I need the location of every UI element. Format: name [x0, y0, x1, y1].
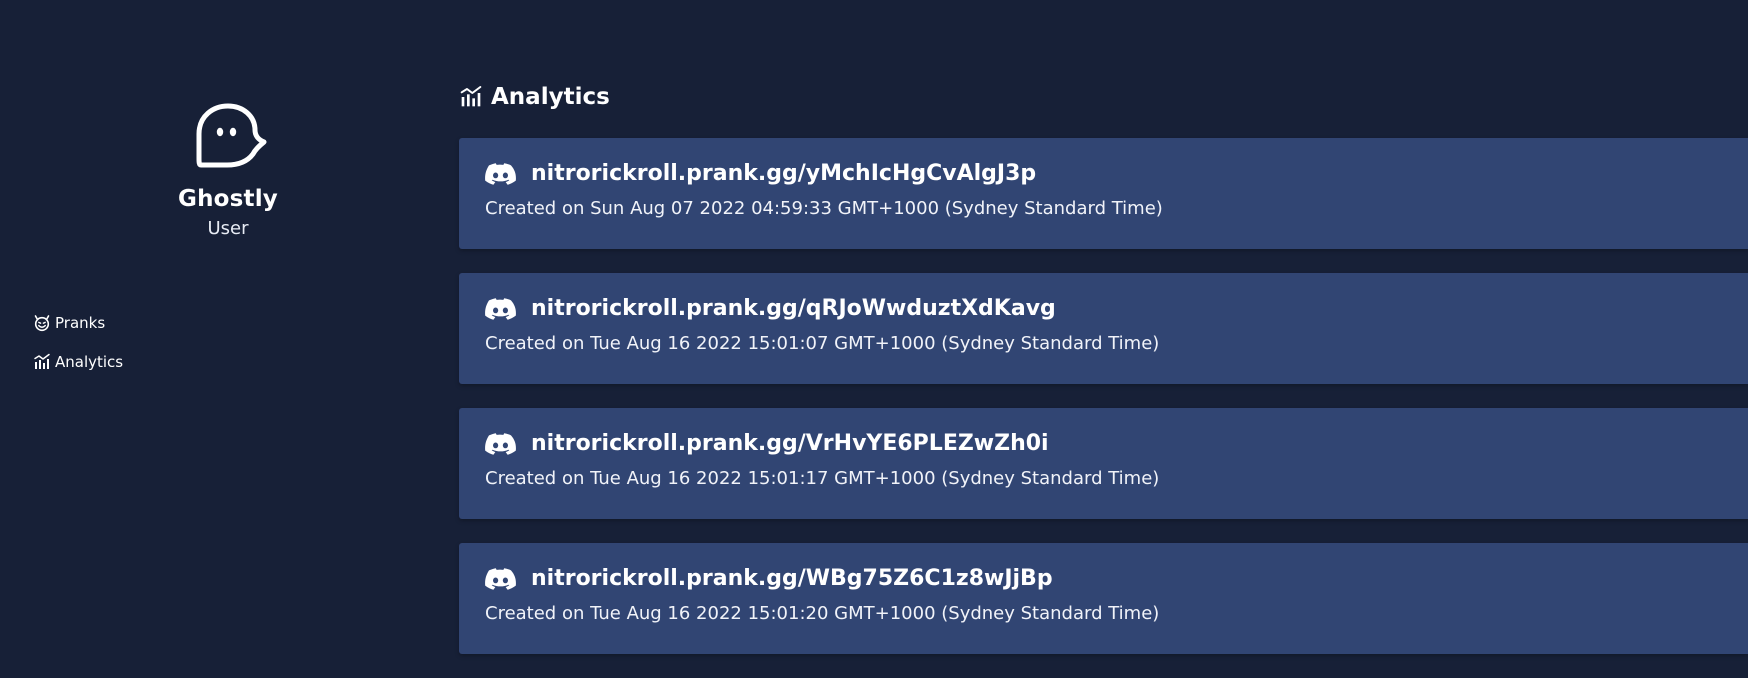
- sidebar-item-label: Pranks: [55, 314, 106, 332]
- link-url[interactable]: nitrorickroll.prank.gg/qRJoWwduztXdKavg: [531, 296, 1056, 321]
- list-item[interactable]: nitrorickroll.prank.gg/qRJoWwduztXdKavg …: [459, 273, 1748, 384]
- bar-chart-icon: [34, 353, 50, 369]
- page-title: Analytics: [459, 84, 610, 110]
- link-list: nitrorickroll.prank.gg/yMchIcHgCvAlgJ3p …: [459, 138, 1748, 678]
- profile: Ghostly User: [0, 102, 456, 239]
- link-url[interactable]: nitrorickroll.prank.gg/VrHvYE6PLEZwZh0i: [531, 431, 1049, 456]
- profile-role: User: [207, 218, 249, 239]
- main-content: Analytics nitrorickroll.prank.gg/yMchIcH…: [459, 0, 1748, 668]
- discord-icon: [485, 297, 516, 320]
- discord-icon: [485, 162, 516, 185]
- link-created-date: Created on Tue Aug 16 2022 15:01:07 GMT+…: [485, 333, 1160, 354]
- sidebar: Ghostly User Pranks Analytics: [0, 0, 440, 668]
- bar-chart-icon: [460, 86, 482, 107]
- link-created-date: Created on Sun Aug 07 2022 04:59:33 GMT+…: [485, 198, 1163, 219]
- card-title-row: nitrorickroll.prank.gg/WBg75Z6C1z8wJjBp: [485, 566, 1053, 591]
- link-created-date: Created on Tue Aug 16 2022 15:01:20 GMT+…: [485, 603, 1160, 624]
- link-url[interactable]: nitrorickroll.prank.gg/WBg75Z6C1z8wJjBp: [531, 566, 1053, 591]
- card-title-row: nitrorickroll.prank.gg/yMchIcHgCvAlgJ3p: [485, 161, 1036, 186]
- list-item[interactable]: nitrorickroll.prank.gg/VrHvYE6PLEZwZh0i …: [459, 408, 1748, 519]
- card-title-row: nitrorickroll.prank.gg/VrHvYE6PLEZwZh0i: [485, 431, 1049, 456]
- list-item[interactable]: nitrorickroll.prank.gg/yMchIcHgCvAlgJ3p …: [459, 138, 1748, 249]
- ghost-icon: [196, 103, 267, 168]
- sidebar-nav: Pranks Analytics: [33, 310, 123, 388]
- discord-icon: [485, 432, 516, 455]
- profile-name: Ghostly: [177, 186, 278, 212]
- link-url[interactable]: nitrorickroll.prank.gg/yMchIcHgCvAlgJ3p: [531, 161, 1036, 186]
- sidebar-item-label: Analytics: [55, 353, 124, 371]
- page-title-text: Analytics: [491, 84, 610, 110]
- discord-icon: [485, 567, 516, 590]
- link-created-date: Created on Tue Aug 16 2022 15:01:17 GMT+…: [485, 468, 1160, 489]
- sidebar-item-pranks[interactable]: Pranks: [33, 310, 123, 336]
- sidebar-item-analytics[interactable]: Analytics: [33, 349, 123, 375]
- card-title-row: nitrorickroll.prank.gg/qRJoWwduztXdKavg: [485, 296, 1056, 321]
- devil-face-icon: [34, 315, 50, 332]
- list-item[interactable]: nitrorickroll.prank.gg/WBg75Z6C1z8wJjBp …: [459, 543, 1748, 654]
